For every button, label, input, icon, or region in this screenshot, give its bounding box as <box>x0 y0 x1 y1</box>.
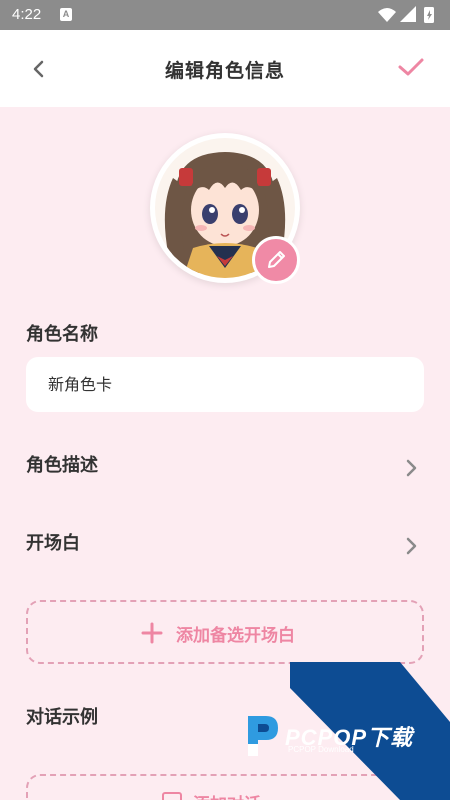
add-dialogue-icon <box>162 792 182 800</box>
page-title: 编辑角色信息 <box>164 60 285 82</box>
wifi-icon <box>378 8 396 22</box>
pcpop-logo-icon <box>248 716 278 756</box>
dialogue-examples-label: 对话示例 <box>26 707 98 728</box>
signal-icon <box>400 6 416 22</box>
chevron-right-icon <box>406 537 417 555</box>
status-time: 4:22 <box>12 6 42 23</box>
name-label: 角色名称 <box>26 324 98 345</box>
description-row[interactable]: 角色描述 <box>0 443 450 493</box>
add-alt-opening-label: 添加备选开场白 <box>176 626 295 646</box>
add-dialogue-label: 添加对话 <box>193 790 261 800</box>
confirm-button[interactable] <box>394 52 428 82</box>
plus-icon <box>141 622 163 644</box>
watermark-sub: PCPOP Download <box>288 745 354 754</box>
avatar-section <box>150 133 300 284</box>
chevron-right-icon <box>406 459 417 477</box>
add-alt-opening-button[interactable]: 添加备选开场白 <box>26 600 424 664</box>
opening-row[interactable]: 开场白 <box>0 521 450 571</box>
description-label: 角色描述 <box>26 455 98 476</box>
watermark-logo: PCPOP下载 PCPOP Download <box>238 710 450 770</box>
name-input[interactable]: 新角色卡 <box>26 357 424 412</box>
pencil-icon <box>268 251 285 268</box>
status-bar: 4:22 A <box>0 0 450 30</box>
app-header: 编辑角色信息 <box>0 30 450 107</box>
avatar-edit-button[interactable] <box>252 236 300 284</box>
opening-label: 开场白 <box>26 533 80 554</box>
check-icon <box>398 58 424 76</box>
notification-icon: A <box>60 8 72 21</box>
system-icons <box>378 6 434 23</box>
